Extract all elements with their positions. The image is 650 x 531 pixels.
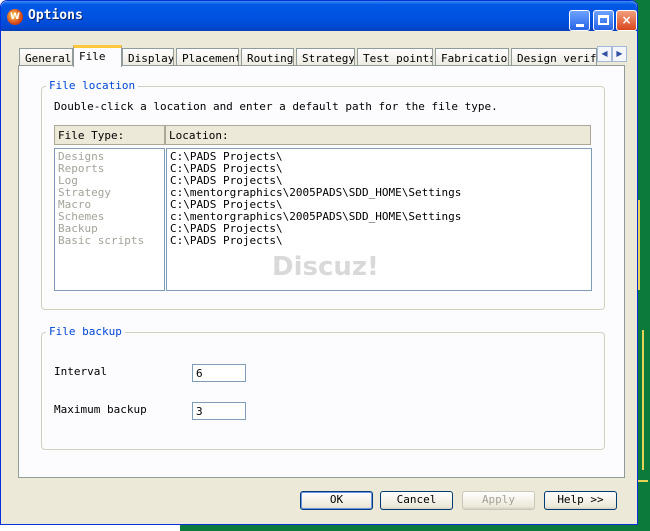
location-list[interactable]: C:\PADS Projects\ C:\PADS Projects\ C:\P… [166, 148, 592, 291]
maximum-backup-label: Maximum backup [54, 403, 147, 416]
window-title: Options [28, 8, 83, 23]
maximize-button[interactable] [593, 10, 614, 31]
tab-fabrication[interactable]: Fabrication [435, 48, 509, 66]
scroll-left-icon[interactable]: ◀ [597, 46, 612, 62]
tab-scroll-arrows: ◀ ▶ [597, 46, 627, 62]
tab-strategy[interactable]: Strategy [296, 48, 355, 66]
minimize-button[interactable] [569, 10, 590, 31]
tab-general[interactable]: General [19, 48, 73, 66]
list-item[interactable]: Basic scripts [55, 235, 164, 247]
apply-button[interactable]: Apply [462, 491, 535, 510]
tab-routing[interactable]: Routing [241, 48, 294, 66]
tab-file[interactable]: File [73, 45, 122, 67]
file-tab-panel: File location Double-click a location an… [18, 65, 625, 478]
close-button[interactable]: × [616, 10, 637, 31]
minimize-icon [576, 24, 584, 27]
tab-test-points[interactable]: Test points [357, 48, 433, 66]
tab-design-verification[interactable]: Design verifi [511, 48, 597, 66]
file-type-list[interactable]: Designs Reports Log Strategy Macro Schem… [54, 148, 165, 291]
maximize-icon [598, 15, 609, 25]
list-item[interactable]: C:\PADS Projects\ [167, 235, 591, 247]
discuz-watermark: Discuz! [272, 252, 379, 282]
options-dialog: W Options × General File Display Placeme… [0, 0, 638, 525]
title-bar[interactable]: W Options × [1, 1, 637, 31]
close-icon: × [621, 13, 632, 27]
ok-button[interactable]: OK [300, 491, 373, 510]
cancel-button[interactable]: Cancel [380, 491, 453, 510]
app-icon: W [7, 9, 23, 25]
file-location-instruction: Double-click a location and enter a defa… [54, 100, 498, 113]
file-location-label: File location [46, 79, 139, 92]
scroll-right-icon[interactable]: ▶ [612, 46, 627, 62]
column-header-file-type[interactable]: File Type: [54, 125, 165, 145]
tab-display[interactable]: Display [122, 48, 174, 66]
file-backup-group [41, 332, 605, 450]
maximum-backup-input[interactable]: 3 [192, 402, 246, 420]
interval-input[interactable]: 6 [192, 364, 246, 382]
help-button[interactable]: Help >> [544, 491, 617, 510]
column-header-location[interactable]: Location: [165, 125, 591, 145]
file-backup-label: File backup [46, 325, 125, 338]
interval-label: Interval [54, 365, 107, 378]
tab-placement[interactable]: Placement [176, 48, 239, 66]
